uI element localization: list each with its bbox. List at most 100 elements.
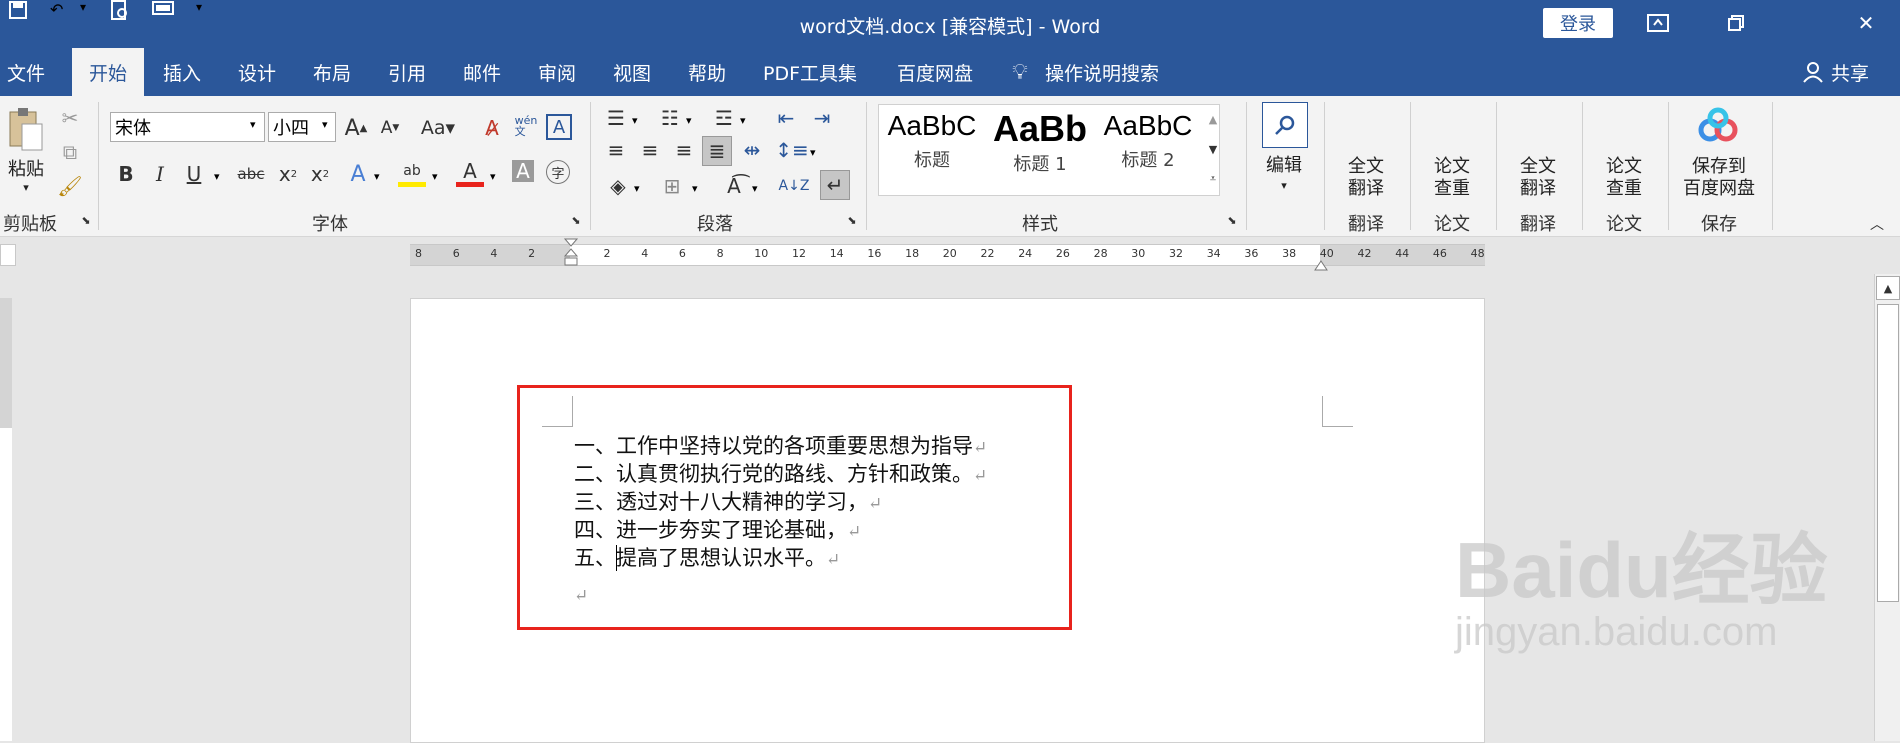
vertical-ruler[interactable] [0,298,12,741]
tell-me-search[interactable]: 操作说明搜索 [1042,48,1162,96]
paper-check-button-2[interactable]: 论文 [1594,154,1654,177]
distributed-icon[interactable]: ⇹ [738,136,766,164]
tab-view[interactable]: 视图 [600,48,664,96]
tab-review[interactable]: 审阅 [525,48,589,96]
chinese-layout-dropdown-icon[interactable]: ▾ [752,182,758,195]
paste-button[interactable]: 粘贴 [4,156,48,180]
clear-formatting-icon[interactable]: A̷ [478,114,506,142]
borders-icon[interactable]: ⊞ [658,172,686,200]
styles-more-icon[interactable]: ⩡ [1204,166,1222,192]
tab-help[interactable]: 帮助 [675,48,739,96]
text-effects-icon[interactable]: A [344,160,372,188]
font-color-dropdown-icon[interactable]: ▾ [490,170,496,183]
highlight-color-icon[interactable]: ab [398,160,426,187]
styles-scroll-down-icon[interactable]: ▼ [1204,136,1222,162]
ruler-tick-label: 30 [1131,247,1146,260]
strikethrough-icon[interactable]: abc [234,160,268,188]
phonetic-guide-icon[interactable]: wén 文 [512,112,540,140]
editing-dropdown-icon[interactable]: ▾ [1274,178,1294,192]
shading-dropdown-icon[interactable]: ▾ [634,182,640,195]
tab-home[interactable]: 开始 [72,48,144,96]
tab-insert[interactable]: 插入 [150,48,214,96]
collapse-ribbon-icon[interactable]: ︿ [1866,214,1888,234]
baidu-netdisk-icon[interactable] [1698,106,1738,146]
search-icon[interactable] [1262,102,1308,148]
style-heading-2[interactable]: AaBbC 标题 2 [1098,110,1198,190]
enclose-characters-icon[interactable]: 字 [546,160,570,184]
clipboard-launcher-icon[interactable]: ⬊ [78,212,94,228]
font-name-dropdown-icon[interactable]: ▾ [250,118,256,131]
paste-dropdown-icon[interactable]: ▾ [16,180,36,194]
underline-dropdown-icon[interactable]: ▾ [214,170,220,183]
login-button[interactable]: 登录 [1543,8,1613,38]
tab-layout[interactable]: 布局 [300,48,364,96]
italic-icon[interactable]: I [146,160,174,188]
character-border-icon[interactable]: A [546,114,572,140]
show-formatting-marks-icon[interactable]: ↵ [820,170,850,200]
numbering-icon[interactable]: ☷ [656,104,684,132]
full-translate-button-1[interactable]: 全文 [1336,154,1396,177]
bullets-dropdown-icon[interactable]: ▾ [632,114,638,127]
change-case-icon[interactable]: Aa▾ [416,114,460,142]
character-shading-icon[interactable]: A [512,159,534,183]
increase-indent-icon[interactable]: ⇥ [808,104,836,132]
tab-pdf-tools[interactable]: PDF工具集 [755,48,865,96]
styles-scroll-up-icon[interactable]: ▲ [1204,106,1222,132]
align-right-icon[interactable]: ≡ [670,136,698,164]
font-name-field[interactable]: 宋体 [110,112,265,142]
align-center-icon[interactable]: ≡ [636,136,664,164]
superscript-icon[interactable]: x2 [306,160,334,188]
font-launcher-icon[interactable]: ⬊ [568,212,584,228]
line-spacing-icon[interactable]: ↕≡ [775,136,809,164]
style-title[interactable]: AaBbC 标题 [882,110,982,190]
paper-check-button-1[interactable]: 论文 [1422,154,1482,177]
tab-design[interactable]: 设计 [225,48,289,96]
font-color-icon[interactable]: A [456,159,484,187]
chinese-layout-icon[interactable]: A͡ [720,172,748,200]
share-person-icon[interactable] [1798,48,1828,96]
paste-icon[interactable] [6,106,46,154]
borders-dropdown-icon[interactable]: ▾ [692,182,698,195]
multilevel-dropdown-icon[interactable]: ▾ [740,114,746,127]
tab-references[interactable]: 引用 [375,48,439,96]
highlight-dropdown-icon[interactable]: ▾ [432,170,438,183]
style-heading-1[interactable]: AaBb 标题 1 [990,108,1090,188]
bold-icon[interactable]: B [112,160,140,188]
decrease-indent-icon[interactable]: ⇤ [772,104,800,132]
editing-button[interactable]: 编辑 [1254,152,1314,176]
justify-icon[interactable]: ≣ [702,136,732,166]
cut-icon[interactable]: ✂ [56,104,84,132]
styles-launcher-icon[interactable]: ⬊ [1224,212,1240,228]
multilevel-list-icon[interactable]: ☲ [710,104,738,132]
share-button[interactable]: 共享 [1828,48,1872,96]
align-left-icon[interactable]: ≡ [602,136,630,164]
numbering-dropdown-icon[interactable]: ▾ [686,114,692,127]
sort-icon[interactable]: A↓Z [779,172,810,200]
bullets-icon[interactable]: ☰ [602,104,630,132]
paragraph-launcher-icon[interactable]: ⬊ [844,212,860,228]
save-to-netdisk-button[interactable]: 保存到 [1676,154,1762,177]
shading-icon[interactable]: ◈ [604,172,632,200]
right-indent-marker-icon[interactable] [1314,256,1328,271]
restore-window-icon[interactable] [1716,8,1756,38]
tab-mailings[interactable]: 邮件 [450,48,514,96]
format-painter-icon[interactable]: 🖌︎ [56,172,84,200]
line-spacing-dropdown-icon[interactable]: ▾ [810,146,816,159]
scroll-thumb[interactable] [1877,304,1899,602]
indent-marker-icon[interactable] [563,238,579,274]
scroll-up-icon[interactable]: ▲ [1876,276,1900,300]
grow-font-icon[interactable]: A ▲ [342,114,370,142]
close-window-icon[interactable]: ✕ [1846,8,1886,38]
subscript-icon[interactable]: x2 [274,160,302,188]
shrink-font-icon[interactable]: A ▼ [376,114,404,142]
full-translate-button-2[interactable]: 全文 [1508,154,1568,177]
ribbon-display-options-icon[interactable] [1638,8,1678,38]
font-size-dropdown-icon[interactable]: ▾ [322,118,328,131]
tab-selector[interactable] [0,244,16,266]
tab-baidu-netdisk[interactable]: 百度网盘 [885,48,985,96]
tab-file[interactable]: 文件 [0,48,52,96]
copy-icon[interactable]: ⧉ [56,138,84,166]
lightbulb-icon[interactable]: 💡︎ [1000,48,1040,96]
underline-icon[interactable]: U [180,160,208,188]
text-effects-dropdown-icon[interactable]: ▾ [374,170,380,183]
